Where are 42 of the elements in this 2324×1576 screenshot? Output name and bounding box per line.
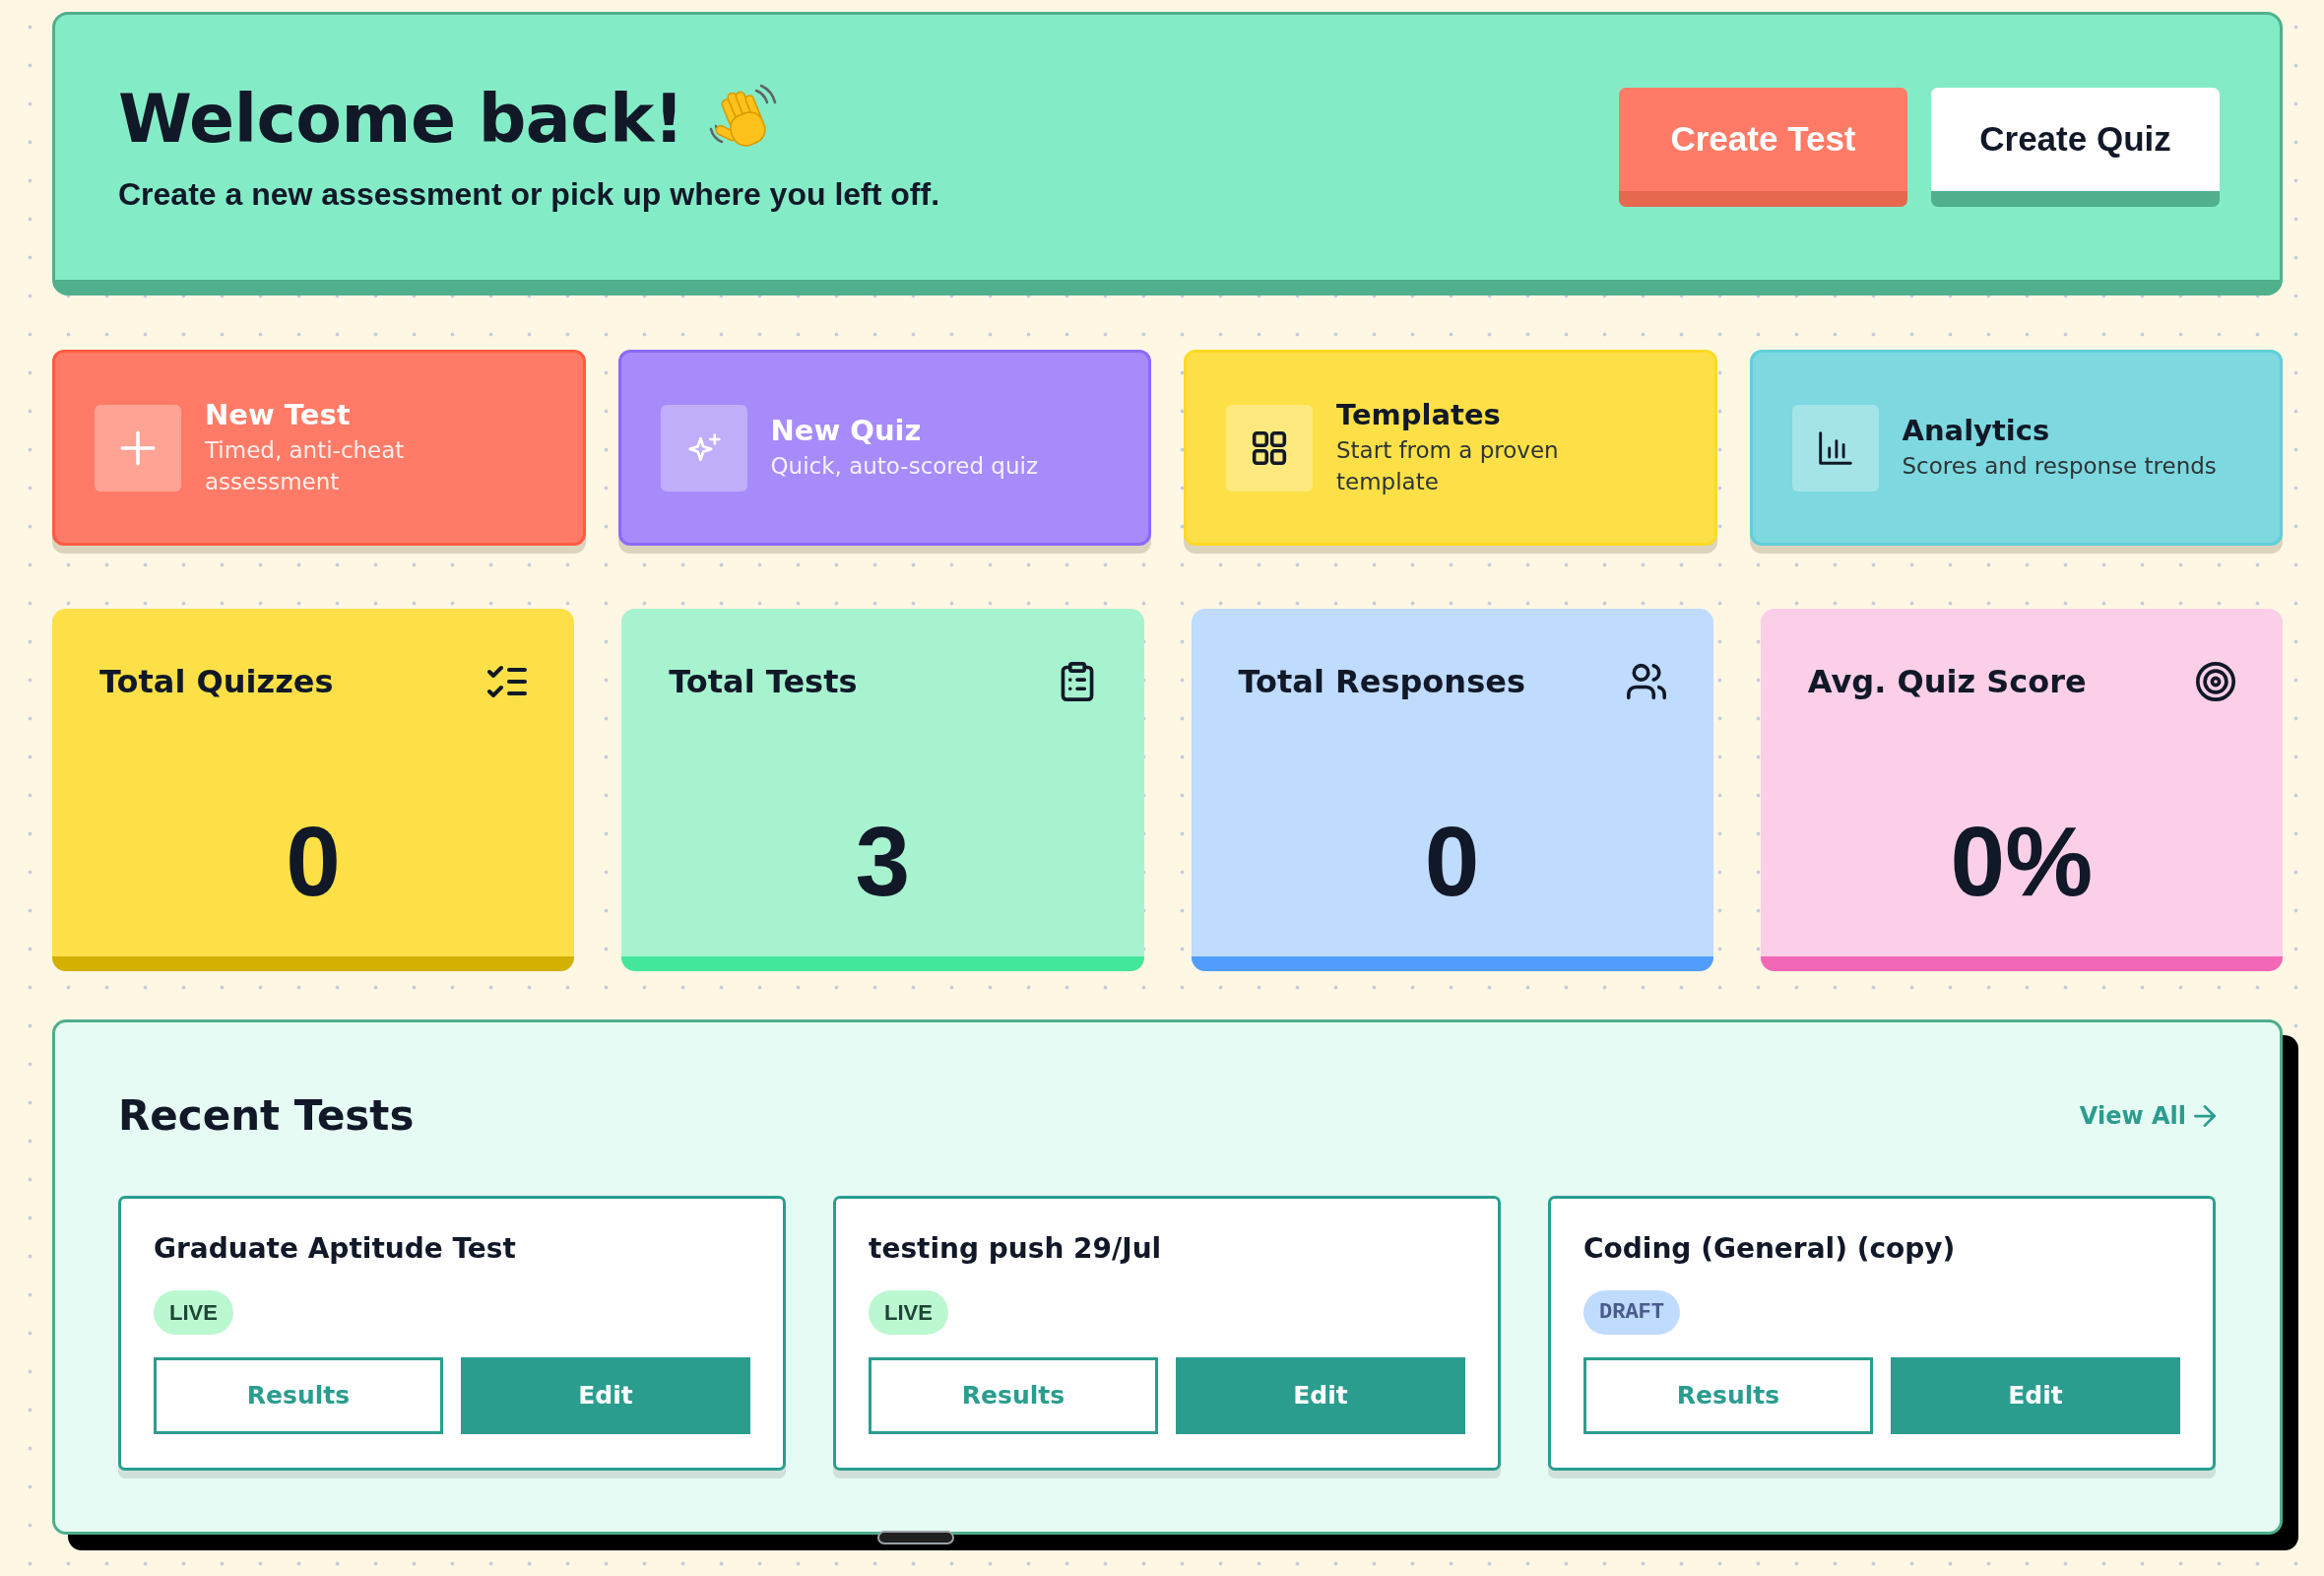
test-title: testing push 29/Jul	[869, 1231, 1163, 1268]
edit-button[interactable]: Edit	[461, 1356, 750, 1434]
action-title: New Quiz	[770, 414, 923, 448]
action-title: Analytics	[1902, 414, 2051, 448]
action-subtitle: Scores and response trends	[1902, 451, 2218, 481]
plus-icon	[95, 404, 181, 492]
bar-chart-icon	[1791, 404, 1879, 492]
grid-icon	[1226, 404, 1313, 492]
welcome-subtitle: Create a new assessment or pick up where you left off.	[118, 175, 940, 213]
status-badge: LIVE	[869, 1289, 948, 1335]
action-subtitle: Timed, anti-cheat assessment	[205, 435, 406, 496]
sparkle-icon	[660, 404, 747, 492]
primary-button[interactable]: Create Test	[1619, 88, 1907, 207]
stat-value: 0	[1423, 812, 1481, 910]
action-subtitle: Quick, auto-scored quiz	[770, 451, 1039, 481]
scroll-handle[interactable]	[877, 1530, 954, 1544]
users-icon	[1626, 662, 1666, 701]
edit-button[interactable]: Edit	[1891, 1356, 2180, 1434]
edit-button[interactable]: Edit	[1176, 1356, 1465, 1434]
status-badge: LIVE	[154, 1289, 233, 1335]
secondary-button[interactable]: Create Quiz	[1931, 88, 2220, 207]
stat-label: Avg. Quiz Score	[1807, 662, 2087, 701]
stat-value: 0%	[1949, 812, 2095, 910]
section-title: Recent Tests	[118, 1091, 415, 1142]
stat-label: Total Tests	[669, 662, 858, 701]
results-button[interactable]: Results	[1583, 1356, 1873, 1434]
stat-label: Total Responses	[1238, 662, 1525, 701]
stat-value: 0	[285, 812, 342, 910]
test-title: Graduate Aptitude Test	[154, 1231, 517, 1268]
action-subtitle: Start from a proven template	[1336, 435, 1560, 496]
welcome-title: Welcome back!	[118, 82, 684, 157]
status-badge: DRAFT	[1583, 1289, 1680, 1335]
arrow-right-icon	[2194, 1105, 2216, 1128]
stat-label: Total Quizzes	[99, 662, 334, 701]
results-button[interactable]: Results	[154, 1356, 443, 1434]
stat-value: 3	[854, 812, 912, 910]
action-title: Templates	[1336, 397, 1502, 432]
test-title: Coding (General) (copy)	[1583, 1231, 1957, 1268]
results-button[interactable]: Results	[869, 1356, 1158, 1434]
view-all-link[interactable]: View All	[2079, 1098, 2216, 1135]
action-title: New Test	[205, 397, 352, 432]
target-icon	[2196, 662, 2235, 701]
